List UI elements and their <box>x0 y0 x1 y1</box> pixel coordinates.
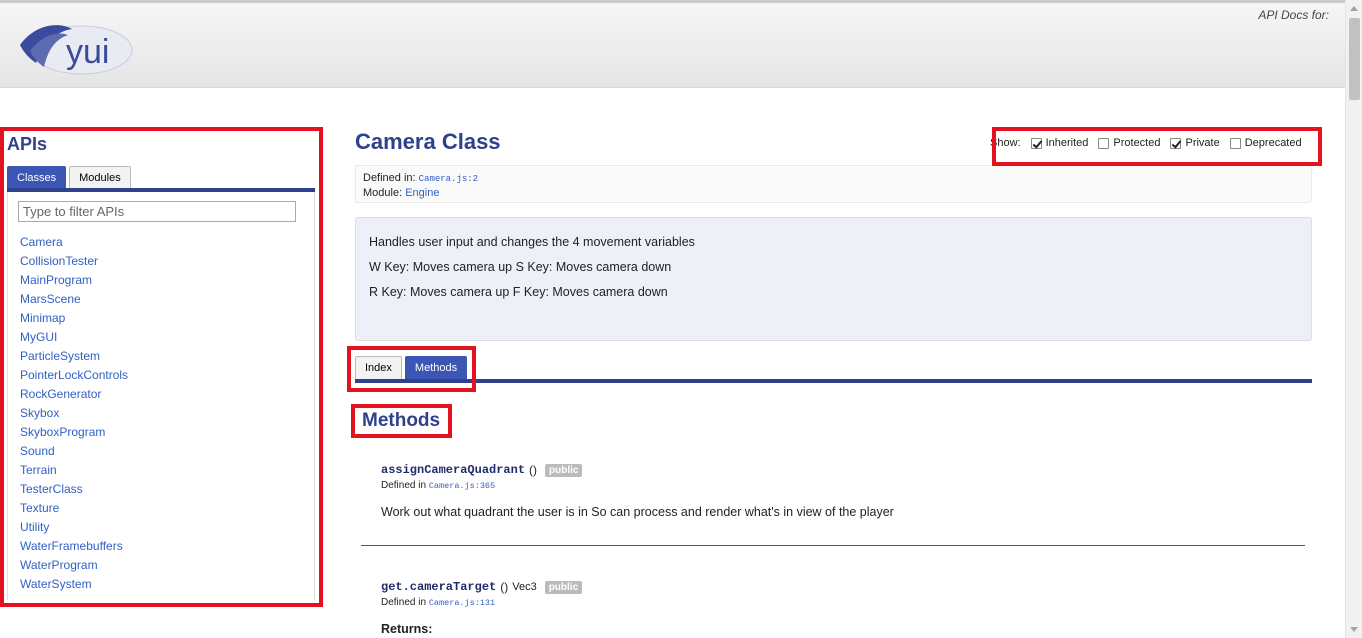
method-item: assignCameraQuadrant () public Defined i… <box>381 463 1301 519</box>
class-description: Handles user input and changes the 4 mov… <box>355 217 1312 341</box>
defined-in-label: Defined in <box>381 480 427 491</box>
description-line: Handles user input and changes the 4 mov… <box>369 235 695 249</box>
public-badge: public <box>545 463 583 477</box>
defined-in-label: Defined in <box>381 597 427 608</box>
method-params: () <box>500 580 509 594</box>
defined-in-label: Defined in: <box>363 172 416 184</box>
vertical-scrollbar[interactable] <box>1345 0 1362 638</box>
page-title: Camera Class <box>355 129 501 154</box>
page-header: yui API Docs for: <box>0 0 1345 88</box>
scroll-up-arrow-icon[interactable] <box>1350 6 1358 11</box>
logo-text: yui <box>66 33 109 71</box>
highlight-box-tabs <box>347 346 476 392</box>
method-item: get.cameraTarget () Vec3 public Defined … <box>381 580 1301 636</box>
yui-logo[interactable]: yui <box>14 19 134 81</box>
class-meta: Defined in: Camera.js:2 Module: Engine <box>355 165 1312 203</box>
description-line: W Key: Moves camera up S Key: Moves came… <box>369 260 672 274</box>
returns-heading: Returns: <box>381 622 433 636</box>
description-line: R Key: Moves camera up F Key: Moves came… <box>369 285 668 299</box>
method-description: Work out what quadrant the user is in So… <box>381 505 894 519</box>
method-name[interactable]: get.cameraTarget <box>381 580 496 594</box>
highlight-box-sidebar <box>0 127 323 607</box>
module-label: Module: <box>363 187 403 199</box>
api-docs-label: API Docs for: <box>1258 8 1329 22</box>
method-file-link[interactable]: Camera.js:131 <box>429 598 495 608</box>
scroll-down-arrow-icon[interactable] <box>1350 627 1358 632</box>
method-return-type: Vec3 <box>512 581 537 593</box>
module-link[interactable]: Engine <box>405 187 439 199</box>
class-tab-rule <box>355 379 1312 383</box>
highlight-box-show-options <box>992 127 1322 166</box>
method-file-link[interactable]: Camera.js:365 <box>429 481 495 491</box>
public-badge: public <box>544 580 583 594</box>
method-name[interactable]: assignCameraQuadrant <box>381 463 525 477</box>
highlight-box-methods-heading <box>351 404 452 438</box>
method-params: () <box>529 463 538 477</box>
scrollbar-thumb[interactable] <box>1349 18 1360 100</box>
method-separator <box>361 545 1305 546</box>
defined-in-file-link[interactable]: Camera.js:2 <box>419 174 478 184</box>
